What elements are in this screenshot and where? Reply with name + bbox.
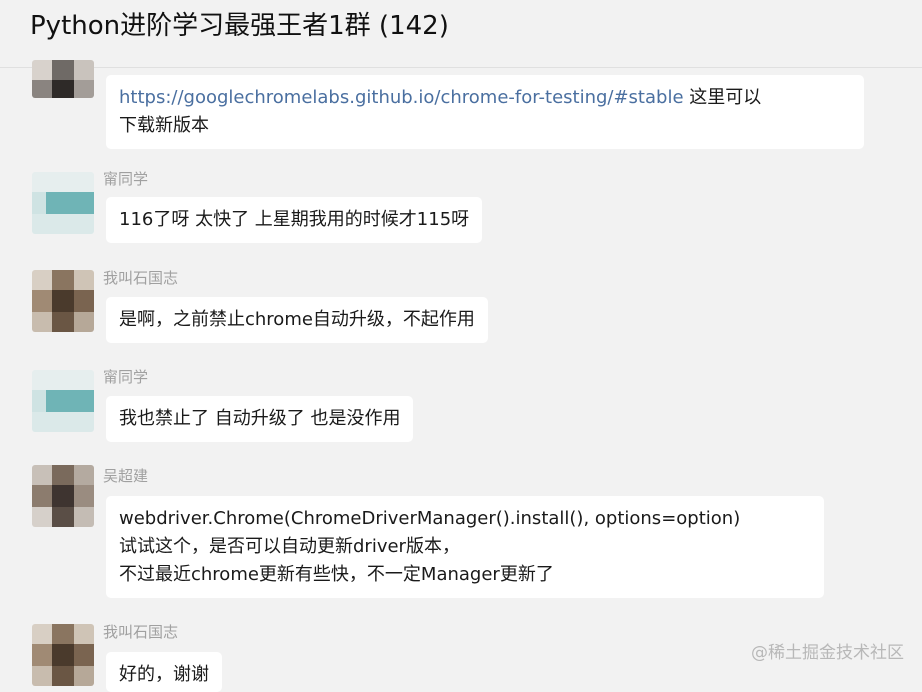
avatar[interactable] [32, 172, 94, 234]
message-bubble: 116了呀 太快了 上星期我用的时候才115呀 [106, 197, 483, 243]
avatar[interactable] [32, 60, 94, 98]
message-text: 我也禁止了 自动升级了 也是没作用 [119, 408, 401, 429]
avatar[interactable] [32, 270, 94, 332]
avatar[interactable] [32, 624, 94, 686]
watermark: @稀土掘金技术社区 [751, 643, 904, 663]
sender-name: 甯同学 [103, 368, 149, 386]
message-text: 不过最近chrome更新有些快，不一定Manager更新了 [119, 564, 554, 585]
sender-name: 我叫石国志 [103, 623, 179, 641]
message-link[interactable]: https://googlechromelabs.github.io/chrom… [119, 87, 684, 108]
sender-name: 吴超建 [103, 467, 149, 485]
message-text: 好的，谢谢 [119, 664, 209, 685]
message-text: 下载新版本 [119, 115, 209, 136]
header-divider [0, 67, 922, 68]
message-bubble: https://googlechromelabs.github.io/chrom… [106, 75, 864, 149]
message-bubble: webdriver.Chrome(ChromeDriverManager().i… [106, 496, 824, 598]
message-text: webdriver.Chrome(ChromeDriverManager().i… [119, 508, 741, 529]
message-bubble: 我也禁止了 自动升级了 也是没作用 [106, 396, 414, 442]
message-text: 116了呀 太快了 上星期我用的时候才115呀 [119, 209, 470, 230]
chat-title: Python进阶学习最强王者1群 (142) [30, 11, 449, 41]
sender-name: 我叫石国志 [103, 269, 179, 287]
avatar[interactable] [32, 465, 94, 527]
avatar[interactable] [32, 370, 94, 432]
chat-header: Python进阶学习最强王者1群 (142) [0, 0, 922, 58]
sender-name: 甯同学 [103, 170, 149, 188]
message-bubble: 是啊，之前禁止chrome自动升级，不起作用 [106, 297, 488, 343]
message-text: 试试这个，是否可以自动更新driver版本， [119, 536, 460, 557]
message-text: 这里可以 [683, 87, 762, 108]
message-bubble: 好的，谢谢 [106, 652, 222, 692]
message-text: 是啊，之前禁止chrome自动升级，不起作用 [119, 309, 475, 330]
